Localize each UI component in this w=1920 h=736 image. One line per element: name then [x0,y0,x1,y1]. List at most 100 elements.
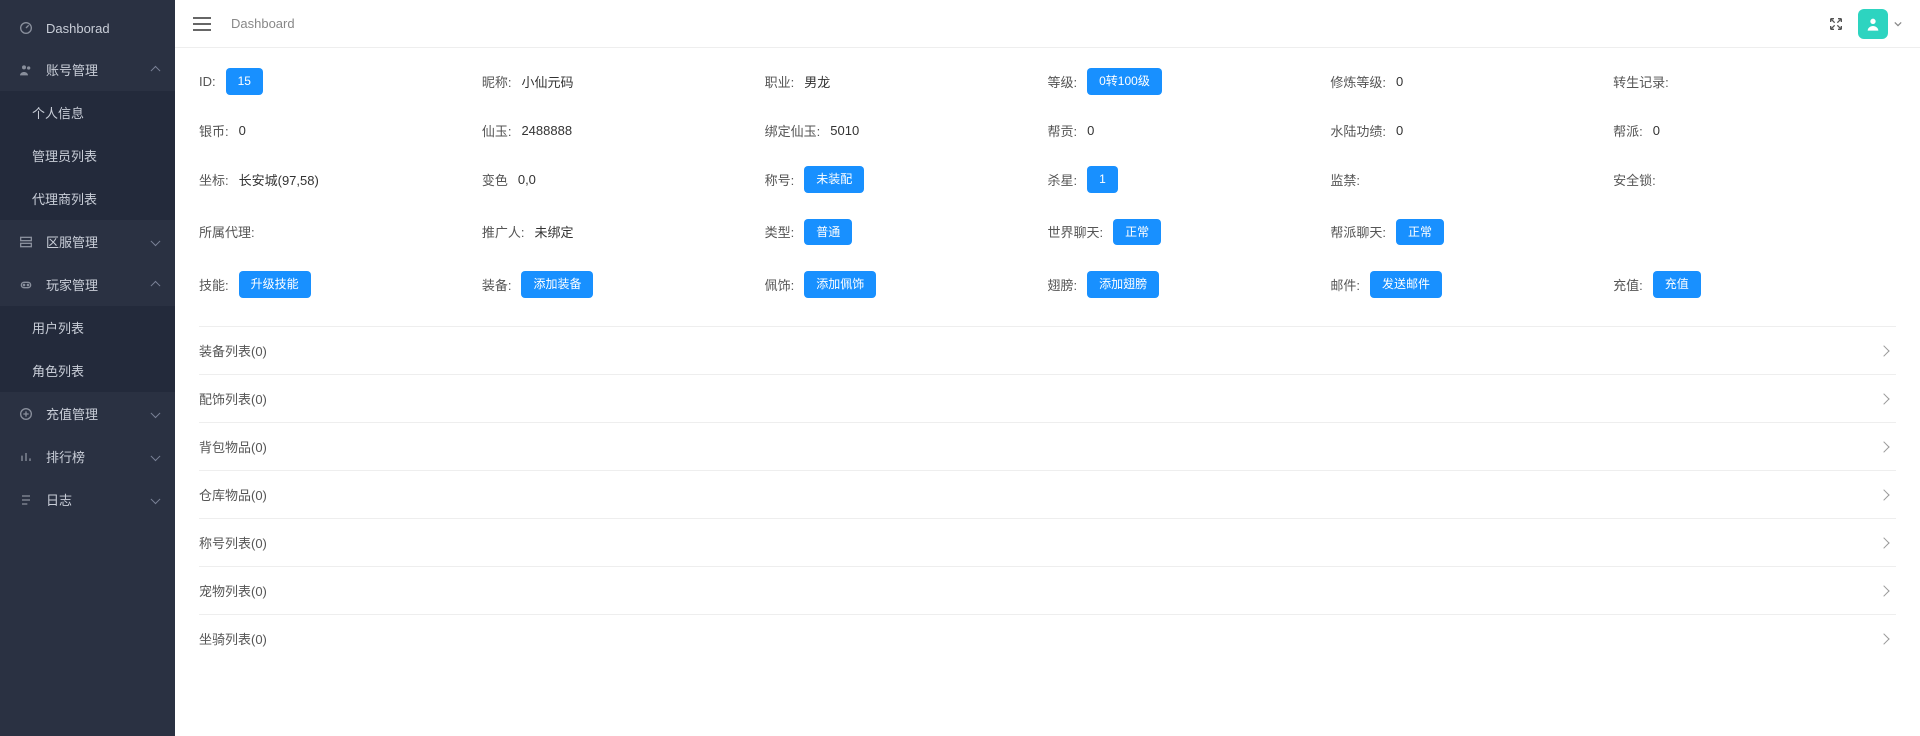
field-accessory: 佩饰: 添加佩饰 [765,271,1048,298]
avatar [1858,9,1888,39]
chevron-right-icon [1878,537,1889,548]
label: 邮件: [1330,275,1360,294]
label: 坐标: [199,170,229,189]
player-icon [18,277,34,293]
label: 装备: [482,275,512,294]
label: 翅膀: [1048,275,1078,294]
value: 小仙元码 [521,72,573,91]
label: 杀星: [1048,170,1078,189]
accordion-equip-list[interactable]: 装备列表(0) [199,326,1896,374]
type-button[interactable]: 普通 [804,219,852,246]
nav-label: 充值管理 [46,404,98,423]
value: 0 [1087,123,1094,138]
sub-role-list[interactable]: 角色列表 [0,349,175,392]
label: 技能: [199,275,229,294]
label: 安全锁: [1613,170,1656,189]
sub-agent-list[interactable]: 代理商列表 [0,177,175,220]
wing-button[interactable]: 添加翅膀 [1087,271,1159,298]
worldchat-button[interactable]: 正常 [1113,219,1161,246]
field-train: 修炼等级: 0 [1330,68,1613,95]
value: 长安城(97,58) [239,170,319,189]
field-rebirth: 转生记录: [1613,68,1896,95]
nav-account[interactable]: 账号管理 [0,48,175,91]
value: 未绑定 [534,222,573,241]
field-job: 职业: 男龙 [765,68,1048,95]
value: 0 [1653,123,1660,138]
value: 5010 [830,123,859,138]
content: ID: 15 昵称: 小仙元码 职业: 男龙 等级: 0转100级 修炼等级: [175,48,1920,682]
label: 转生记录: [1613,72,1669,91]
kill-button[interactable]: 1 [1087,166,1118,193]
menu-toggle-icon[interactable] [193,17,211,31]
chevron-right-icon [1878,441,1889,452]
field-skill: 技能: 升级技能 [199,271,482,298]
chevron-right-icon [1878,393,1889,404]
label: 帮派: [1613,121,1643,140]
nav-label: 日志 [46,490,72,509]
value: 0 [1396,123,1403,138]
accordion-title: 宠物列表(0) [199,581,267,600]
level-button[interactable]: 0转100级 [1087,68,1162,95]
field-bindjade: 绑定仙玉: 5010 [765,121,1048,140]
title-button[interactable]: 未装配 [804,166,864,193]
label: 水陆功绩: [1330,121,1386,140]
chevron-right-icon [1878,345,1889,356]
nav-rank[interactable]: 排行榜 [0,435,175,478]
accordion-accessory-list[interactable]: 配饰列表(0) [199,374,1896,422]
value: 0 [1396,74,1403,89]
mail-button[interactable]: 发送邮件 [1370,271,1442,298]
recharge-icon [18,406,34,422]
value: 0,0 [518,172,536,187]
accordion-title: 配饰列表(0) [199,389,267,408]
field-worldchat: 世界聊天: 正常 [1048,219,1331,246]
skill-button[interactable]: 升级技能 [239,271,311,298]
recharge-button[interactable]: 充值 [1653,271,1701,298]
label: 绑定仙玉: [765,121,821,140]
field-level: 等级: 0转100级 [1048,68,1331,95]
field-lock: 安全锁: [1613,166,1896,193]
breadcrumb[interactable]: Dashboard [231,16,295,31]
field-empty [1613,219,1896,246]
chevron-right-icon [1878,585,1889,596]
nav-log[interactable]: 日志 [0,478,175,521]
accessory-button[interactable]: 添加佩饰 [804,271,876,298]
sub-admin-list[interactable]: 管理员列表 [0,134,175,177]
detail-grid: ID: 15 昵称: 小仙元码 职业: 男龙 等级: 0转100级 修炼等级: [199,68,1896,298]
nav-dashboard[interactable]: Dashborad [0,8,175,48]
label: 佩饰: [765,275,795,294]
nav-label: Dashborad [46,21,110,36]
user-menu[interactable] [1858,9,1902,39]
accordion-bag-items[interactable]: 背包物品(0) [199,422,1896,470]
accordion-title-list[interactable]: 称号列表(0) [199,518,1896,566]
field-color: 变色 0,0 [482,166,765,193]
nav-server[interactable]: 区服管理 [0,220,175,263]
sidebar: Dashborad 账号管理 个人信息 管理员列表 代理商列表 区服管理 玩家管… [0,0,175,736]
chevron-right-icon [1878,633,1889,644]
label: 世界聊天: [1048,222,1104,241]
accordion-title: 装备列表(0) [199,341,267,360]
sub-user-list[interactable]: 用户列表 [0,306,175,349]
nav-player[interactable]: 玩家管理 [0,263,175,306]
id-button[interactable]: 15 [226,68,263,95]
label: 帮派聊天: [1330,222,1386,241]
field-merit: 水陆功绩: 0 [1330,121,1613,140]
value: 2488888 [521,123,572,138]
accordion-title: 背包物品(0) [199,437,267,456]
accordion-pet-list[interactable]: 宠物列表(0) [199,566,1896,614]
fullscreen-icon[interactable] [1828,16,1844,32]
field-id: ID: 15 [199,68,482,95]
label: 所属代理: [199,222,255,241]
field-guild: 帮派: 0 [1613,121,1896,140]
nav-label: 玩家管理 [46,275,98,294]
nav-recharge[interactable]: 充值管理 [0,392,175,435]
field-jade: 仙玉: 2488888 [482,121,765,140]
accordion-title: 仓库物品(0) [199,485,267,504]
sub-personal-info[interactable]: 个人信息 [0,91,175,134]
field-agent: 所属代理: [199,219,482,246]
equip-button[interactable]: 添加装备 [521,271,593,298]
field-guildchat: 帮派聊天: 正常 [1330,219,1613,246]
accordion-warehouse-items[interactable]: 仓库物品(0) [199,470,1896,518]
accordion-mount-list[interactable]: 坐骑列表(0) [199,614,1896,662]
field-kill: 杀星: 1 [1048,166,1331,193]
guildchat-button[interactable]: 正常 [1396,219,1444,246]
